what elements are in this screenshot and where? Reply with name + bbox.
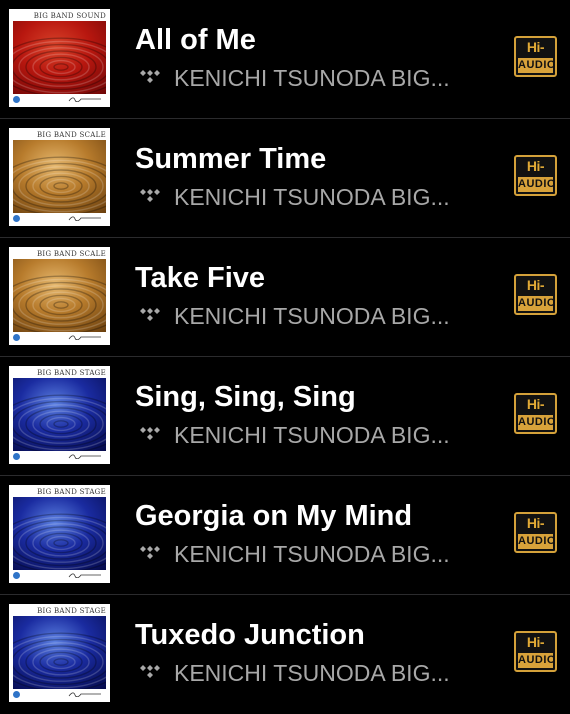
tidal-icon: [137, 663, 162, 683]
hi-res-badge-bottom: AUDIO: [518, 58, 556, 73]
album-art-signature: [68, 96, 102, 102]
hi-res-badge-top: Hi-Res: [523, 39, 548, 74]
track-row-5[interactable]: BIG BAND STAGE Georgia on My Mind KENICH…: [0, 476, 570, 595]
track-title: Summer Time: [135, 143, 327, 175]
album-art-signature: [68, 453, 102, 459]
album-art-label: BIG BAND STAGE: [37, 488, 106, 496]
album-art: BIG BAND SCALE: [9, 247, 110, 345]
album-art-signature: [68, 691, 102, 697]
track-artist: KENICHI TSUNODA BIG...: [174, 660, 450, 686]
hi-res-audio-badge: Hi-Res AUDIO: [514, 512, 557, 553]
album-art-image: [13, 140, 106, 213]
hi-res-badge-top: Hi-Res: [523, 158, 548, 193]
hi-res-badge-top: Hi-Res: [523, 515, 548, 550]
album-art-signature: [68, 334, 102, 340]
album-art-label: BIG BAND STAGE: [37, 607, 106, 615]
album-art-image: [13, 259, 106, 332]
track-row-6[interactable]: BIG BAND STAGE Tuxedo Junction KENICHI T…: [0, 595, 570, 714]
track-artist: KENICHI TSUNODA BIG...: [174, 65, 450, 91]
track-artist: KENICHI TSUNODA BIG...: [174, 184, 450, 210]
album-art: BIG BAND STAGE: [9, 366, 110, 464]
track-title: Sing, Sing, Sing: [135, 381, 356, 413]
hi-res-badge-bottom: AUDIO: [518, 177, 556, 192]
hi-res-badge-bottom: AUDIO: [518, 415, 556, 430]
track-title: Take Five: [135, 262, 266, 294]
hi-res-badge-bottom: AUDIO: [518, 296, 556, 311]
album-art-corner-badge: [13, 215, 20, 222]
tidal-icon: [137, 306, 162, 326]
album-art-image: [13, 616, 106, 689]
album-art-corner-badge: [13, 453, 20, 460]
track-artist: KENICHI TSUNODA BIG...: [174, 303, 450, 329]
track-list: BIG BAND SOUND All of Me KENICHI TSUNODA…: [0, 0, 570, 714]
hi-res-badge-top: Hi-Res: [523, 396, 548, 431]
album-art: BIG BAND STAGE: [9, 485, 110, 583]
hi-res-audio-badge: Hi-Res AUDIO: [514, 36, 557, 77]
album-art-label: BIG BAND STAGE: [37, 369, 106, 377]
album-art-corner-badge: [13, 334, 20, 341]
album-art-label: BIG BAND SCALE: [36, 250, 106, 258]
hi-res-audio-badge: Hi-Res AUDIO: [514, 393, 557, 434]
track-row-2[interactable]: BIG BAND SCALE Summer Time KENICHI TSUNO…: [0, 119, 570, 238]
album-art: BIG BAND STAGE: [9, 604, 110, 702]
album-art-corner-badge: [13, 691, 20, 698]
hi-res-badge-top: Hi-Res: [523, 634, 548, 669]
track-title: All of Me: [135, 24, 256, 56]
track-row-1[interactable]: BIG BAND SOUND All of Me KENICHI TSUNODA…: [0, 0, 570, 119]
tidal-icon: [137, 68, 162, 88]
album-art-corner-badge: [13, 572, 20, 579]
album-art-signature: [68, 215, 102, 221]
album-art-image: [13, 497, 106, 570]
tidal-icon: [137, 187, 162, 207]
hi-res-badge-top: Hi-Res: [523, 277, 548, 312]
album-art-label: BIG BAND SOUND: [33, 12, 106, 20]
track-title: Georgia on My Mind: [135, 500, 413, 532]
track-artist: KENICHI TSUNODA BIG...: [174, 422, 450, 448]
hi-res-badge-bottom: AUDIO: [518, 653, 556, 668]
album-art: BIG BAND SOUND: [9, 9, 110, 107]
album-art-signature: [68, 572, 102, 578]
hi-res-audio-badge: Hi-Res AUDIO: [514, 155, 557, 196]
album-art-image: [13, 21, 106, 94]
hi-res-badge-bottom: AUDIO: [518, 534, 556, 549]
tidal-icon: [137, 544, 162, 564]
track-title: Tuxedo Junction: [135, 619, 365, 651]
album-art-corner-badge: [13, 96, 20, 103]
hi-res-audio-badge: Hi-Res AUDIO: [514, 631, 557, 672]
track-row-4[interactable]: BIG BAND STAGE Sing, Sing, Sing KENICHI …: [0, 357, 570, 476]
tidal-icon: [137, 425, 162, 445]
album-art: BIG BAND SCALE: [9, 128, 110, 226]
hi-res-audio-badge: Hi-Res AUDIO: [514, 274, 557, 315]
album-art-image: [13, 378, 106, 451]
track-artist: KENICHI TSUNODA BIG...: [174, 541, 450, 567]
track-row-3[interactable]: BIG BAND SCALE Take Five KENICHI TSUNODA…: [0, 238, 570, 357]
album-art-label: BIG BAND SCALE: [36, 131, 106, 139]
